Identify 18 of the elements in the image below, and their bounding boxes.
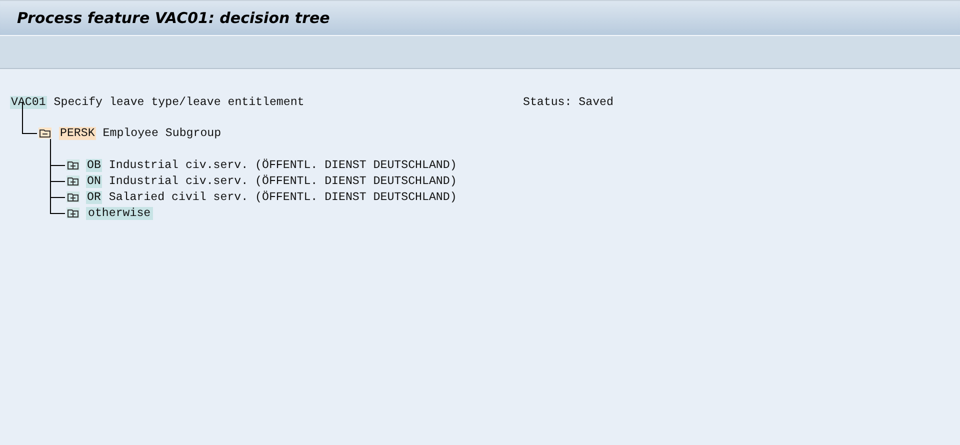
node-code[interactable]: PERSK <box>59 126 96 140</box>
expand-icon[interactable] <box>66 175 80 187</box>
node-text: Industrial civ.serv. (ÖFFENTL. DIENST DEUTSCHLAND) <box>108 174 457 188</box>
node-code[interactable]: OR <box>86 190 102 204</box>
node-code[interactable]: ON <box>86 174 102 188</box>
window-title: Process feature VAC01: decision tree <box>17 9 330 27</box>
expand-icon[interactable] <box>66 159 80 171</box>
expand-icon[interactable] <box>66 191 80 203</box>
feature-code[interactable]: VAC01 <box>10 96 47 108</box>
expand-icon[interactable] <box>66 207 80 219</box>
node-text: otherwise <box>86 206 153 220</box>
node-text: Employee Subgroup <box>102 126 222 140</box>
status-text: Status: Saved <box>523 96 614 108</box>
collapse-icon[interactable] <box>38 127 52 139</box>
node-text: Industrial civ.serv. (ÖFFENTL. DIENST DEUTSCHLAND) <box>108 158 457 172</box>
node-text: Specify leave type/leave entitlement <box>54 96 304 108</box>
node-code[interactable]: OB <box>86 158 102 172</box>
node-text: Salaried civil serv. (ÖFFENTL. DIENST DEUTSCHLAND) <box>108 190 457 204</box>
